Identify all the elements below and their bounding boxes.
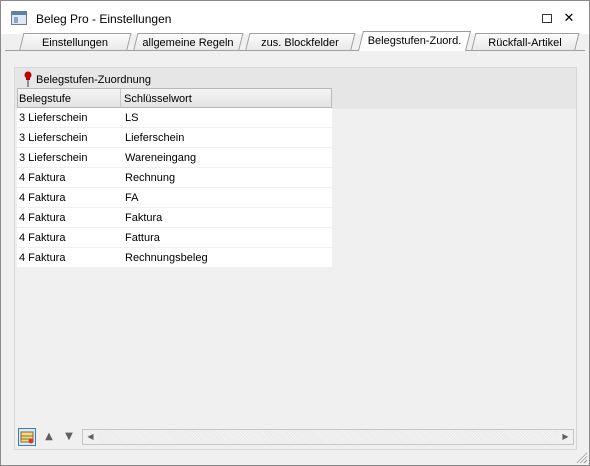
move-down-button[interactable]: ▼	[60, 428, 78, 446]
cell-schluesselwort: Faktura	[125, 212, 163, 224]
tab-label: Einstellungen	[41, 37, 109, 49]
resize-grip[interactable]	[575, 451, 587, 463]
tab-content-panel: Belegstufen-Zuordnung Belegstufe Schlüss…	[14, 67, 577, 450]
assignment-grid: Belegstufe Schlüsselwort 3 Lieferschein …	[17, 88, 332, 268]
column-header-schluesselwort[interactable]: Schlüsselwort	[124, 93, 192, 105]
cell-schluesselwort: LS	[125, 112, 139, 124]
tab-divider	[5, 50, 585, 51]
table-row[interactable]: 4 Faktura Rechnung	[17, 168, 332, 188]
table-row[interactable]: 3 Lieferschein Lieferschein	[17, 128, 332, 148]
tab-einstellungen[interactable]: Einstellungen	[19, 33, 132, 51]
tab-label: Belegstufen-Zuord.	[367, 35, 462, 47]
table-row[interactable]: 4 Faktura FA	[17, 188, 332, 208]
close-button[interactable]: ✕	[559, 9, 579, 29]
settings-window: Beleg Pro - Einstellungen ✕ Einstellunge…	[0, 0, 590, 466]
maximize-icon	[542, 14, 552, 23]
tab-allgemeine-regeln[interactable]: allgemeine Regeln	[133, 33, 244, 51]
title-bar[interactable]: Beleg Pro - Einstellungen ✕	[1, 1, 589, 34]
cell-schluesselwort: Fattura	[125, 232, 160, 244]
move-up-button[interactable]: ▲	[40, 428, 58, 446]
scroll-right-button[interactable]: ▶	[558, 430, 573, 444]
scroll-left-button[interactable]: ◀	[83, 430, 98, 444]
cell-belegstufe: 3 Lieferschein	[19, 112, 88, 124]
cell-schluesselwort: Rechnung	[125, 172, 176, 184]
tab-belegstufen-zuord[interactable]: Belegstufen-Zuord.	[358, 31, 471, 51]
tab-zus-blockfelder[interactable]: zus. Blockfelder	[245, 33, 356, 51]
edit-table-button[interactable]	[18, 428, 36, 446]
app-icon	[11, 11, 27, 25]
column-separator[interactable]	[120, 89, 121, 108]
pin-icon	[24, 71, 32, 87]
tab-label: zus. Blockfelder	[261, 37, 339, 49]
grid-body: 3 Lieferschein LS 3 Lieferschein Liefers…	[17, 108, 332, 268]
maximize-button[interactable]	[537, 9, 557, 29]
table-edit-icon	[20, 431, 34, 444]
cell-schluesselwort: Wareneingang	[125, 152, 197, 164]
table-row[interactable]: 3 Lieferschein LS	[17, 108, 332, 128]
tab-label: allgemeine Regeln	[142, 37, 234, 49]
tab-rueckfall-artikel[interactable]: Rückfall-Artikel	[471, 33, 580, 51]
cell-belegstufe: 3 Lieferschein	[19, 152, 88, 164]
table-row[interactable]: 4 Faktura Rechnungsbeleg	[17, 248, 332, 268]
cell-belegstufe: 3 Lieferschein	[19, 132, 88, 144]
cell-belegstufe: 4 Faktura	[19, 172, 66, 184]
cell-belegstufe: 4 Faktura	[19, 212, 66, 224]
grid-header: Belegstufe Schlüsselwort	[17, 88, 332, 108]
window-title: Beleg Pro - Einstellungen	[36, 12, 172, 26]
table-row[interactable]: 4 Faktura Faktura	[17, 208, 332, 228]
cell-schluesselwort: Rechnungsbeleg	[125, 252, 208, 264]
table-row[interactable]: 3 Lieferschein Wareneingang	[17, 148, 332, 168]
grid-toolbar: ▲ ▼ ◀ ▶	[16, 427, 576, 447]
table-row[interactable]: 4 Faktura Fattura	[17, 228, 332, 248]
tab-strip: Einstellungen allgemeine Regeln zus. Blo…	[1, 31, 589, 51]
cell-belegstufe: 4 Faktura	[19, 232, 66, 244]
horizontal-scrollbar[interactable]: ◀ ▶	[82, 429, 574, 445]
cell-schluesselwort: Lieferschein	[125, 132, 185, 144]
column-header-belegstufe[interactable]: Belegstufe	[19, 93, 71, 105]
cell-belegstufe: 4 Faktura	[19, 252, 66, 264]
cell-schluesselwort: FA	[125, 192, 139, 204]
section-label: Belegstufen-Zuordnung	[36, 74, 151, 86]
cell-belegstufe: 4 Faktura	[19, 192, 66, 204]
tab-label: Rückfall-Artikel	[488, 37, 562, 49]
